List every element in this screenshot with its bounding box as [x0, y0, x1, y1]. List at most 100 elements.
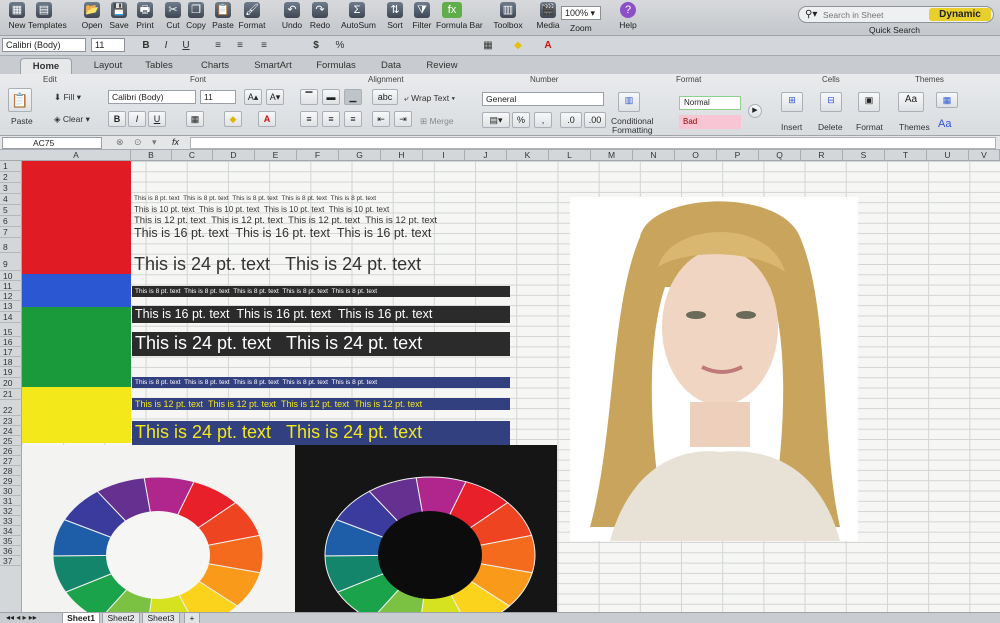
tab-tables[interactable]: Tables [139, 58, 179, 74]
column-header[interactable]: T [885, 150, 927, 161]
align-top-icon[interactable]: ▔ [300, 89, 318, 105]
row-header[interactable]: 27 [0, 456, 22, 466]
themes-button[interactable]: Themes [899, 122, 930, 132]
theme-fonts-button[interactable]: Aa [938, 118, 951, 130]
column-header[interactable]: O [675, 150, 717, 161]
row-header[interactable]: 1 [0, 161, 22, 172]
function-icon[interactable]: ▾ [152, 137, 157, 148]
portrait-photo[interactable] [570, 197, 858, 541]
name-box[interactable]: AC75 [2, 137, 102, 149]
currency-button[interactable]: $ [308, 38, 324, 53]
decrease-indent-icon[interactable]: ⇤ [372, 111, 390, 127]
row-header[interactable]: 3 [0, 183, 22, 194]
column-header[interactable]: H [381, 150, 423, 161]
row-header[interactable]: 24 [0, 426, 22, 436]
number-format-select[interactable]: General [482, 92, 604, 106]
ribbon-align-right-icon[interactable]: ≡ [344, 111, 362, 127]
column-header[interactable]: A [22, 150, 131, 161]
row-header[interactable]: 30 [0, 486, 22, 496]
align-right-icon[interactable]: ≡ [256, 38, 272, 53]
theme-colors-icon[interactable]: ▦ [936, 92, 958, 108]
ribbon-font-color-icon[interactable]: A [258, 111, 276, 127]
align-bottom-icon[interactable]: ▁ [344, 89, 362, 105]
cell-area[interactable]: This is 8 pt. text This is 8 pt. text Th… [22, 161, 1000, 612]
column-header[interactable]: U [927, 150, 969, 161]
row-header[interactable]: 10 [0, 271, 22, 281]
row-header[interactable]: 8 [0, 238, 22, 253]
row-header[interactable]: 15 [0, 323, 22, 337]
row-header[interactable]: 35 [0, 536, 22, 546]
ribbon-align-center-icon[interactable]: ≡ [322, 111, 340, 127]
increase-indent-icon[interactable]: ⇥ [394, 111, 412, 127]
row-header[interactable]: 9 [0, 253, 22, 271]
row-header[interactable]: 37 [0, 556, 22, 566]
column-header[interactable]: S [843, 150, 885, 161]
font-name-select[interactable]: Calibri (Body) [2, 38, 86, 52]
dynamic-badge[interactable]: Dynamic [929, 8, 991, 21]
insert-cells-icon[interactable]: ⊞ [781, 92, 803, 112]
delete-cells-icon[interactable]: ⊟ [820, 92, 842, 112]
bold-button[interactable]: B [138, 38, 154, 53]
search-box[interactable]: ⚲▾ Dynamic [798, 6, 994, 23]
row-header[interactable]: 32 [0, 506, 22, 516]
column-header[interactable]: G [339, 150, 381, 161]
ribbon-font-select[interactable]: Calibri (Body) [108, 90, 196, 104]
sheet-tab-1[interactable]: Sheet1 [62, 613, 100, 623]
formula-bar-button[interactable]: fx Formula Bar [436, 2, 483, 30]
row-header[interactable]: 14 [0, 312, 22, 323]
row-header[interactable]: 21 [0, 389, 22, 400]
autosum-button[interactable]: Σ AutoSum [341, 2, 376, 30]
column-header[interactable]: M [591, 150, 633, 161]
font-color-icon[interactable]: A [540, 38, 556, 53]
format-cells-icon[interactable]: ▣ [858, 92, 880, 112]
format-cells-button[interactable]: Format [856, 122, 883, 132]
comma-style-icon[interactable]: , [534, 112, 552, 128]
fill-button[interactable]: ⬇ Fill ▾ [54, 92, 81, 103]
column-header[interactable]: K [507, 150, 549, 161]
clear-button[interactable]: ◈ Clear ▾ [54, 114, 90, 125]
column-header[interactable]: D [213, 150, 255, 161]
paste-icon[interactable]: 📋 [8, 88, 32, 112]
themes-icon[interactable]: Aa [898, 92, 924, 112]
ribbon-italic-button[interactable]: I [128, 111, 146, 127]
wrap-text-button[interactable]: ⤶ Wrap Text ▾ [404, 93, 455, 104]
fill-color-icon[interactable]: ◆ [510, 38, 526, 53]
borders-icon[interactable]: ▦ [480, 38, 496, 53]
delete-button[interactable]: Delete [818, 122, 843, 132]
ribbon-underline-button[interactable]: U [148, 111, 166, 127]
insert-button[interactable]: Insert [781, 122, 802, 132]
row-header[interactable]: 20 [0, 378, 22, 389]
row-header[interactable]: 12 [0, 291, 22, 301]
decrease-decimal-icon[interactable]: .00 [584, 112, 606, 128]
row-header[interactable]: 34 [0, 526, 22, 536]
column-header[interactable]: E [255, 150, 297, 161]
media-button[interactable]: 🎬 Media [532, 2, 564, 30]
ribbon-percent-button[interactable]: % [512, 112, 530, 128]
templates-button[interactable]: ▤ Templates [28, 2, 67, 30]
zoom-select[interactable]: 100% ▾ [561, 6, 601, 20]
add-sheet-button[interactable]: + [184, 613, 200, 623]
row-header[interactable]: 22 [0, 400, 22, 416]
increase-decimal-icon[interactable]: .0 [560, 112, 582, 128]
align-middle-icon[interactable]: ▬ [322, 89, 340, 105]
row-header[interactable]: 7 [0, 227, 22, 238]
row-header[interactable]: 36 [0, 546, 22, 556]
row-header[interactable]: 18 [0, 357, 22, 367]
ribbon-fill-icon[interactable]: ◆ [224, 111, 242, 127]
search-input[interactable] [823, 8, 927, 21]
ribbon-borders-icon[interactable]: ▦ [186, 111, 204, 127]
column-header[interactable]: V [969, 150, 1000, 161]
row-header[interactable]: 16 [0, 337, 22, 347]
paste-button[interactable]: Paste [11, 116, 33, 126]
sheet-tab-3[interactable]: Sheet3 [142, 613, 180, 623]
column-header[interactable]: R [801, 150, 843, 161]
ribbon-bold-button[interactable]: B [108, 111, 126, 127]
row-header[interactable]: 26 [0, 446, 22, 456]
merge-button[interactable]: ⊞ Merge [420, 116, 454, 127]
align-center-icon[interactable]: ≡ [232, 38, 248, 53]
row-header[interactable]: 19 [0, 367, 22, 378]
column-header[interactable]: N [633, 150, 675, 161]
format-button[interactable]: 🖌 Format [236, 2, 268, 30]
row-header[interactable]: 11 [0, 281, 22, 291]
row-header[interactable]: 29 [0, 476, 22, 486]
